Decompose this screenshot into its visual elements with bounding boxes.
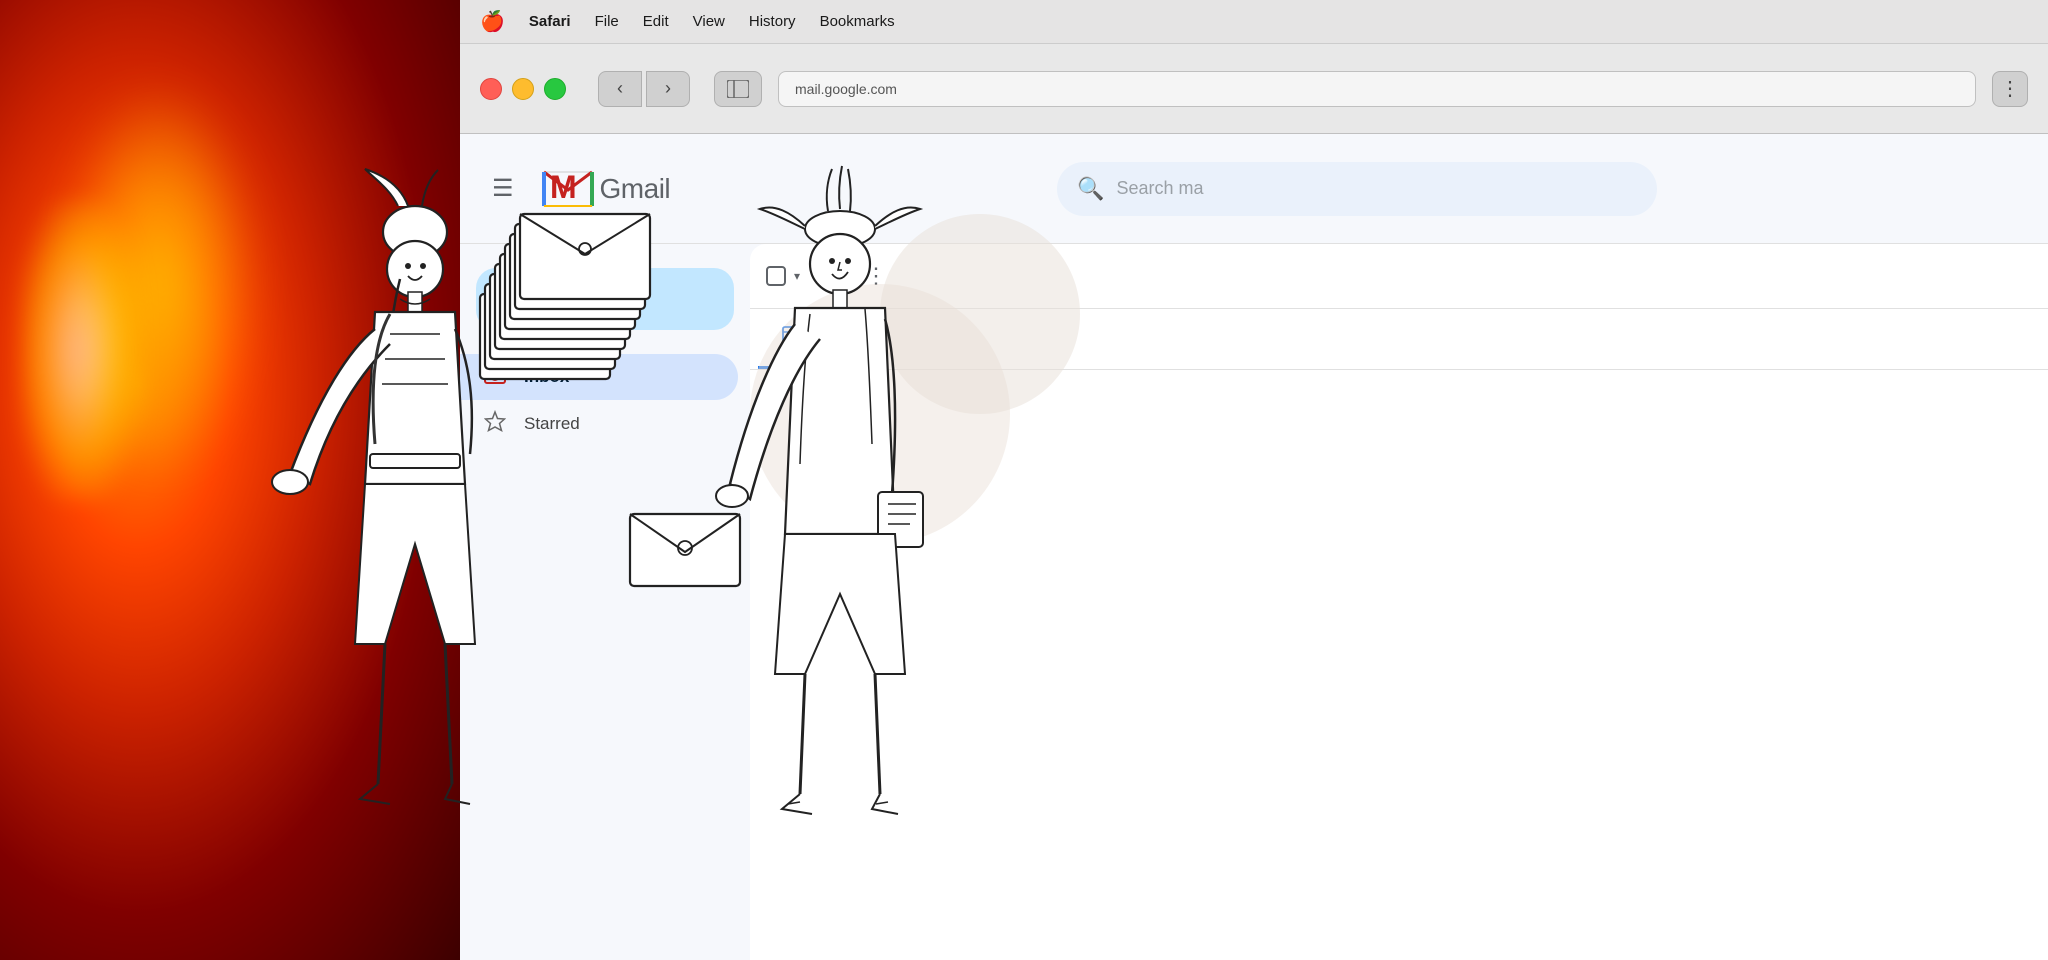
browser-chrome: ‹ › mail.google.com ⋮ [460,44,2048,134]
menubar-view[interactable]: View [693,13,725,30]
fullscreen-button[interactable] [544,78,566,100]
gmail-m-logo-svg: M [542,168,594,210]
menubar-safari[interactable]: Safari [529,13,571,30]
browser-more-button[interactable]: ⋮ [1992,71,2028,107]
refresh-button[interactable] [808,256,848,296]
background-photo [0,0,460,960]
back-button[interactable]: ‹ [598,71,642,107]
gmail-search-bar[interactable]: 🔍 Search ma [1057,162,1657,216]
compose-icon: ✏ [504,286,522,312]
inbox-label: Inbox [524,367,569,387]
sidebar-item-inbox[interactable]: Inbox [460,354,738,400]
menubar-history[interactable]: History [749,13,796,30]
close-button[interactable] [480,78,502,100]
compose-button[interactable]: ✏ Compose [476,268,734,330]
macos-menubar: 🍎 Safari File Edit View History Bookmark… [460,0,2048,44]
search-placeholder-text: Search ma [1116,178,1203,199]
menubar-edit[interactable]: Edit [643,13,669,30]
gmail-main-area: ▾ ⋮ [750,244,2048,960]
star-icon [484,410,506,438]
search-icon: 🔍 [1077,176,1104,202]
sidebar-item-starred[interactable]: Starred [460,400,738,448]
menubar-file[interactable]: File [595,13,619,30]
gmail-title: Gmail [600,173,671,205]
forward-button[interactable]: › [646,71,690,107]
nav-buttons: ‹ › [598,71,690,107]
gmail-tabs: Primary [750,309,2048,370]
gmail-header: ☰ M Gmail 🔍 Search ma [460,134,2048,244]
gmail-menu-icon[interactable]: ☰ [484,166,522,211]
primary-tab-label: Primary [812,329,864,346]
menubar-bookmarks[interactable]: Bookmarks [820,13,895,30]
select-all-checkbox[interactable] [766,266,786,286]
select-dropdown-arrow[interactable]: ▾ [794,269,800,283]
starred-label: Starred [524,414,580,434]
gmail-logo: M Gmail [542,168,671,210]
sidebar-toggle-button[interactable] [714,71,762,107]
primary-tab-icon [782,325,802,350]
gmail-toolbar: ▾ ⋮ [750,244,2048,309]
minimize-button[interactable] [512,78,534,100]
gmail-body: ✏ Compose Inbox [460,244,2048,960]
traffic-lights [480,78,566,100]
address-bar[interactable]: mail.google.com [778,71,1976,107]
svg-text:M: M [550,169,577,205]
apple-menu-icon[interactable]: 🍎 [480,9,505,34]
more-options-button[interactable]: ⋮ [856,256,896,296]
gmail-sidebar: ✏ Compose Inbox [460,244,750,960]
inbox-icon [484,364,506,390]
compose-label: Compose [534,289,611,310]
tab-primary[interactable]: Primary [758,309,888,369]
gmail-content: ☰ M Gmail 🔍 Search ma ✏ [460,134,2048,960]
